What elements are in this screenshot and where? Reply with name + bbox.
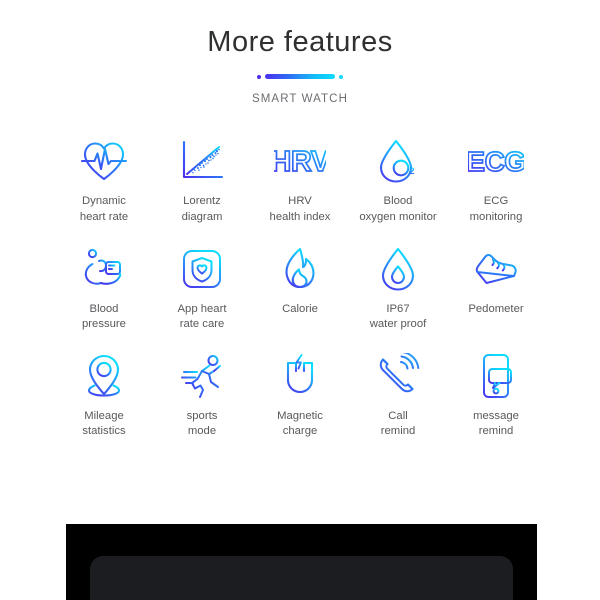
feature-label: sports mode bbox=[186, 409, 218, 438]
feature-blood-oxygen-monitor[interactable]: 2 Blood oxygen monitor bbox=[352, 135, 444, 225]
shield-heart-app-icon bbox=[180, 243, 224, 295]
blood-pressure-cuff-icon bbox=[80, 243, 128, 295]
feature-label: IP67 water proof bbox=[369, 302, 427, 331]
page-subtitle: SMART WATCH bbox=[251, 93, 348, 106]
flame-icon bbox=[281, 243, 319, 295]
feature-label: App heart rate care bbox=[177, 302, 227, 331]
feature-call-remind[interactable]: Call remind bbox=[352, 350, 444, 440]
scatter-plot-icon bbox=[179, 135, 225, 187]
feature-pedometer[interactable]: Pedometer bbox=[450, 243, 542, 318]
feature-label: Blood pressure bbox=[82, 302, 126, 331]
feature-label: Mileage statistics bbox=[82, 409, 126, 438]
water-drop-o2-icon: 2 bbox=[376, 135, 420, 187]
feature-ecg-monitoring[interactable]: ECG ECG monitoring bbox=[450, 135, 542, 225]
feature-lorentz-diagram[interactable]: Lorentz diagram bbox=[156, 135, 248, 225]
feature-dynamic-heart-rate[interactable]: Dynamic heart rate bbox=[58, 135, 150, 225]
hrv-text-icon: HRV bbox=[274, 135, 326, 187]
feature-label: Pedometer bbox=[468, 302, 524, 315]
feature-row: Dynamic heart rate Lorentz diagram HRV H… bbox=[58, 135, 542, 225]
feature-label: HRV health index bbox=[269, 195, 331, 223]
ecg-text-icon: ECG bbox=[468, 135, 524, 187]
feature-magnetic-charge[interactable]: Magnetic charge bbox=[254, 350, 346, 440]
divider-bar bbox=[265, 74, 335, 80]
feature-row: Blood pressure App heart rate care Calor… bbox=[58, 243, 542, 333]
feature-grid: Dynamic heart rate Lorentz diagram HRV H… bbox=[0, 135, 600, 439]
feature-message-remind[interactable]: message remind bbox=[450, 350, 542, 440]
svg-text:ECG: ECG bbox=[468, 146, 524, 177]
feature-label: message remind bbox=[473, 409, 519, 438]
water-drop-icon bbox=[379, 243, 417, 295]
feature-app-heart-rate-care[interactable]: App heart rate care bbox=[156, 243, 248, 333]
page-header: More features SMART WATCH bbox=[0, 0, 600, 105]
feature-label: Magnetic charge bbox=[277, 409, 323, 438]
divider-dot-left-icon bbox=[257, 74, 261, 79]
divider-dot-right-icon bbox=[339, 74, 343, 79]
feature-label: Calorie bbox=[282, 302, 318, 315]
feature-blood-pressure[interactable]: Blood pressure bbox=[58, 243, 150, 333]
feature-label: Call remind bbox=[380, 409, 416, 438]
feature-row: Mileage statistics sports mode Magnetic … bbox=[58, 350, 542, 440]
feature-mileage-statistics[interactable]: Mileage statistics bbox=[58, 350, 150, 440]
svg-text:HRV: HRV bbox=[274, 146, 326, 178]
device-screen bbox=[90, 556, 513, 600]
feature-sports-mode[interactable]: sports mode bbox=[156, 350, 248, 440]
feature-label: Blood oxygen monitor bbox=[359, 195, 437, 223]
feature-calorie[interactable]: Calorie bbox=[254, 243, 346, 318]
phone-ring-icon bbox=[374, 350, 422, 402]
magnet-icon bbox=[278, 350, 322, 402]
feature-label: ECG monitoring bbox=[469, 195, 523, 223]
feature-hrv-health-index[interactable]: HRV HRV health index bbox=[254, 135, 346, 225]
heartbeat-icon bbox=[79, 135, 129, 187]
feature-label: Lorentz diagram bbox=[181, 195, 223, 223]
feature-label: Dynamic heart rate bbox=[79, 195, 129, 223]
phone-message-icon bbox=[476, 350, 516, 402]
feature-ip67-water-proof[interactable]: IP67 water proof bbox=[352, 243, 444, 333]
map-pin-icon bbox=[84, 350, 124, 402]
running-person-icon bbox=[178, 350, 226, 402]
svg-text:2: 2 bbox=[410, 166, 415, 176]
sneaker-icon bbox=[471, 243, 521, 295]
device-preview-panel bbox=[66, 524, 537, 600]
gradient-divider bbox=[257, 73, 343, 80]
page-title: More features bbox=[207, 26, 393, 58]
